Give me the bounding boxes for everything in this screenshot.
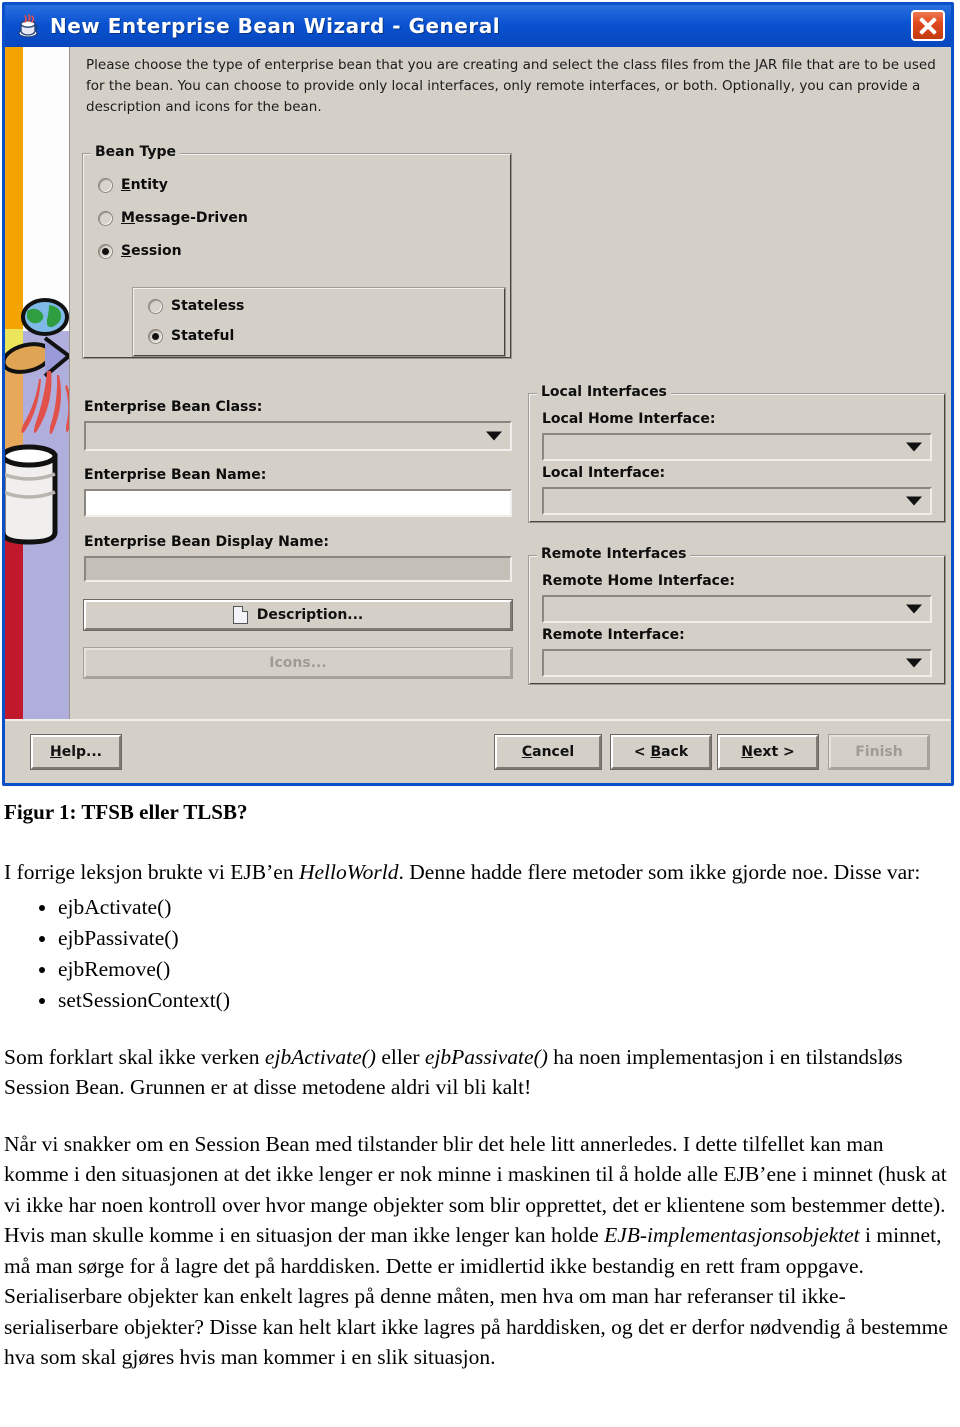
bean-type-group: Bean Type Entity Message-Driven Session <box>82 144 512 359</box>
paragraph-1: I forrige leksjon brukte vi EJB’en Hello… <box>4 857 952 888</box>
radio-stateful-label: Stateful <box>171 328 235 344</box>
list-item: setSessionContext() <box>58 985 960 1016</box>
local-interfaces-group: Local Interfaces Local Home Interface: L… <box>528 384 946 523</box>
local-home-interface-combo[interactable] <box>542 433 932 461</box>
radio-stateful[interactable]: Stateful <box>148 328 234 344</box>
dialog-button-bar: Help... Cancel < Back Next > Finish <box>5 719 951 783</box>
bean-class-label: Enterprise Bean Class: <box>84 399 263 415</box>
radio-entity-label: Entity <box>121 177 168 193</box>
paragraph-1-part-a: I forrige leksjon brukte vi EJB’en <box>4 860 299 884</box>
paragraph-2-part-a: Som forklart skal ikke verken <box>4 1044 265 1069</box>
paragraph-1-emphasis: HelloWorld <box>298 860 399 884</box>
chevron-down-icon <box>906 496 922 506</box>
paragraph-3-emphasis: EJB-implementasjonsobjektet <box>604 1223 860 1247</box>
icons-button: Icons... <box>83 647 513 679</box>
radio-stateful-indicator <box>148 328 163 344</box>
java-bean-icon <box>15 13 41 39</box>
next-button-label: Next > <box>741 744 795 760</box>
remote-home-interface-label: Remote Home Interface: <box>542 573 736 589</box>
display-name-input[interactable] <box>84 556 512 582</box>
radio-stateless-indicator <box>148 298 163 314</box>
back-button[interactable]: < Back <box>610 734 712 770</box>
radio-session-indicator <box>98 243 113 259</box>
remote-home-interface-combo[interactable] <box>542 595 932 623</box>
radio-stateless[interactable]: Stateless <box>148 298 244 314</box>
display-name-label: Enterprise Bean Display Name: <box>84 534 329 550</box>
list-item: ejbRemove() <box>58 954 960 985</box>
finish-button-label: Finish <box>855 744 903 760</box>
remote-interface-combo[interactable] <box>542 649 932 677</box>
chevron-down-icon <box>906 604 922 614</box>
paragraph-2-emphasis-2: ejbPassivate() <box>424 1044 548 1069</box>
radio-entity[interactable]: Entity <box>98 177 168 193</box>
figure-caption: Figur 1: TFSB eller TLSB? <box>4 800 248 824</box>
dialog-title: New Enterprise Bean Wizard - General <box>50 14 501 38</box>
radio-stateless-label: Stateless <box>171 298 245 314</box>
bean-class-combo[interactable] <box>84 421 512 451</box>
paragraph-2-part-b: eller <box>375 1044 425 1069</box>
paragraph-2-emphasis-1: ejbActivate() <box>264 1044 376 1069</box>
radio-message-driven-indicator <box>98 210 113 226</box>
new-enterprise-bean-wizard-dialog: New Enterprise Bean Wizard - General Ple… <box>2 2 954 786</box>
radio-entity-indicator <box>98 177 113 193</box>
session-subtype-group: Stateless Stateful <box>132 287 506 357</box>
radio-session[interactable]: Session <box>98 243 182 259</box>
list-item: ejbActivate() <box>58 892 960 923</box>
remote-interface-label: Remote Interface: <box>542 627 685 643</box>
bean-type-legend: Bean Type <box>91 144 180 160</box>
dialog-titlebar: New Enterprise Bean Wizard - General <box>5 5 951 47</box>
method-list: ejbActivate() ejbPassivate() ejbRemove()… <box>0 892 960 1016</box>
dialog-body: Please choose the type of enterprise bea… <box>5 47 951 721</box>
wizard-instructions: Please choose the type of enterprise bea… <box>86 57 936 115</box>
radio-message-driven-label: Message-Driven <box>121 210 248 226</box>
help-button[interactable]: Help... <box>30 734 122 770</box>
next-button[interactable]: Next > <box>717 734 819 770</box>
bean-name-label: Enterprise Bean Name: <box>84 467 267 483</box>
icons-button-label: Icons... <box>269 655 327 671</box>
wizard-banner-image <box>5 47 69 721</box>
wizard-content: Please choose the type of enterprise bea… <box>69 47 951 721</box>
paragraph-3: Når vi snakker om en Session Bean med ti… <box>4 1129 952 1373</box>
local-interfaces-legend: Local Interfaces <box>537 384 671 400</box>
list-item: ejbPassivate() <box>58 923 960 954</box>
document-text: Figur 1: TFSB eller TLSB? I forrige leks… <box>0 800 960 1373</box>
bean-name-input[interactable] <box>84 489 512 517</box>
description-button-label: Description... <box>256 607 364 623</box>
finish-button: Finish <box>828 734 930 770</box>
cancel-button-label: Cancel <box>521 744 575 760</box>
cancel-button[interactable]: Cancel <box>494 734 602 770</box>
paragraph-1-part-b: . Denne hadde flere metoder som ikke gjo… <box>398 860 921 884</box>
local-interface-label: Local Interface: <box>542 465 666 481</box>
chevron-down-icon <box>906 442 922 452</box>
local-interface-combo[interactable] <box>542 487 932 515</box>
radio-message-driven[interactable]: Message-Driven <box>98 210 248 226</box>
chevron-down-icon <box>906 658 922 668</box>
close-icon[interactable] <box>911 10 945 41</box>
chevron-down-icon <box>486 431 502 441</box>
description-button[interactable]: Description... <box>83 599 513 631</box>
back-button-label: < Back <box>633 744 689 760</box>
paragraph-2: Som forklart skal ikke verken ejbActivat… <box>4 1042 952 1103</box>
remote-interfaces-group: Remote Interfaces Remote Home Interface:… <box>528 546 946 685</box>
help-button-label: Help... <box>50 744 102 760</box>
document-icon <box>232 606 248 624</box>
remote-interfaces-legend: Remote Interfaces <box>537 546 691 562</box>
radio-session-label: Session <box>121 243 182 259</box>
local-home-interface-label: Local Home Interface: <box>542 411 716 427</box>
